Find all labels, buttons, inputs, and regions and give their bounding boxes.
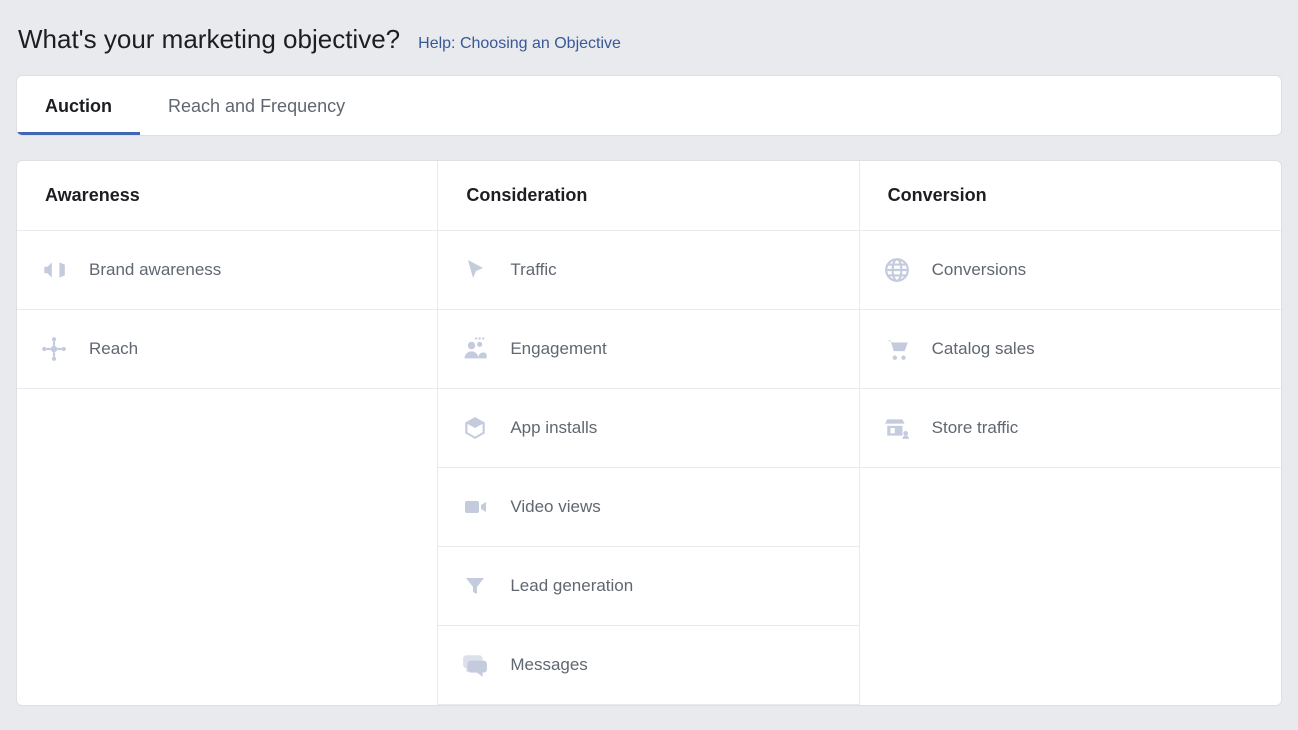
- chat-icon: [460, 650, 490, 680]
- help-link[interactable]: Help: Choosing an Objective: [418, 35, 621, 53]
- box-icon: [460, 413, 490, 443]
- objective-label: Catalog sales: [932, 339, 1035, 359]
- column-consideration: Consideration Traffic Engagement App ins…: [438, 161, 859, 705]
- megaphone-icon: [39, 255, 69, 285]
- objective-label: Traffic: [510, 260, 556, 280]
- globe-icon: [882, 255, 912, 285]
- cursor-icon: [460, 255, 490, 285]
- objective-label: Conversions: [932, 260, 1027, 280]
- tabs-panel: Auction Reach and Frequency: [16, 75, 1282, 136]
- video-icon: [460, 492, 490, 522]
- objective-label: Brand awareness: [89, 260, 221, 280]
- objective-store-traffic[interactable]: Store traffic: [860, 389, 1281, 468]
- objective-reach[interactable]: Reach: [17, 310, 437, 389]
- page-title: What's your marketing objective?: [18, 24, 400, 55]
- objective-label: Engagement: [510, 339, 606, 359]
- cart-icon: [882, 334, 912, 364]
- tab-auction[interactable]: Auction: [17, 76, 140, 135]
- column-header-consideration: Consideration: [438, 161, 858, 231]
- objective-engagement[interactable]: Engagement: [438, 310, 858, 389]
- funnel-icon: [460, 571, 490, 601]
- objective-label: Video views: [510, 497, 600, 517]
- column-awareness: Awareness Brand awareness Reach: [17, 161, 438, 705]
- objective-traffic[interactable]: Traffic: [438, 231, 858, 310]
- people-icon: [460, 334, 490, 364]
- objective-brand-awareness[interactable]: Brand awareness: [17, 231, 437, 310]
- store-icon: [882, 413, 912, 443]
- objective-video-views[interactable]: Video views: [438, 468, 858, 547]
- objective-messages[interactable]: Messages: [438, 626, 858, 705]
- objective-conversions[interactable]: Conversions: [860, 231, 1281, 310]
- objective-label: Reach: [89, 339, 138, 359]
- objective-lead-generation[interactable]: Lead generation: [438, 547, 858, 626]
- objective-label: Lead generation: [510, 576, 633, 596]
- column-header-awareness: Awareness: [17, 161, 437, 231]
- column-header-conversion: Conversion: [860, 161, 1281, 231]
- objective-label: Messages: [510, 655, 587, 675]
- objective-app-installs[interactable]: App installs: [438, 389, 858, 468]
- reach-icon: [39, 334, 69, 364]
- objective-columns: Awareness Brand awareness Reach Consider…: [16, 160, 1282, 706]
- tab-reach-frequency[interactable]: Reach and Frequency: [140, 76, 373, 135]
- column-conversion: Conversion Conversions Catalog sales Sto…: [860, 161, 1281, 705]
- objective-label: Store traffic: [932, 418, 1019, 438]
- objective-label: App installs: [510, 418, 597, 438]
- objective-catalog-sales[interactable]: Catalog sales: [860, 310, 1281, 389]
